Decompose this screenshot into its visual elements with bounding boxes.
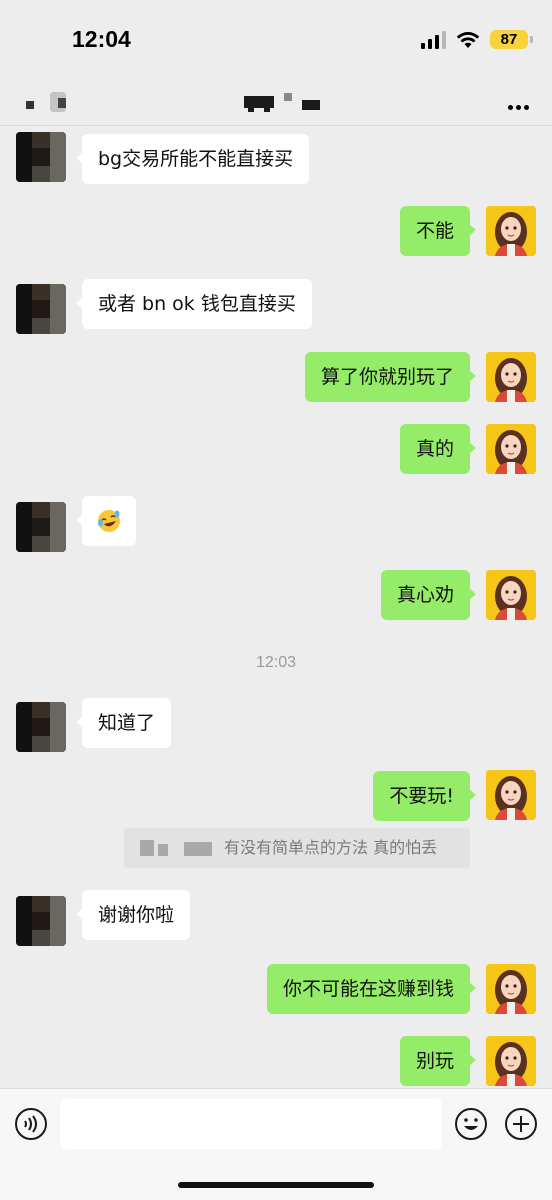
signal-icon xyxy=(421,30,446,49)
emoji-picker-icon[interactable] xyxy=(454,1107,488,1141)
message-text: bg交易所能不能直接买 xyxy=(98,148,294,170)
contact-avatar[interactable] xyxy=(16,702,66,752)
voice-input-icon[interactable] xyxy=(14,1107,48,1141)
my-avatar[interactable] xyxy=(486,424,536,474)
more-options-button[interactable] xyxy=(506,94,530,119)
my-avatar[interactable] xyxy=(486,1036,536,1086)
girl-avatar-icon xyxy=(486,770,536,820)
message-timestamp: 12:03 xyxy=(255,654,297,671)
message-text: 算了你就别玩了 xyxy=(320,366,454,388)
more-actions-icon[interactable] xyxy=(504,1107,538,1141)
chat-title-redacted xyxy=(244,90,324,114)
my-avatar[interactable] xyxy=(486,206,536,256)
status-bar: 12:04 87 xyxy=(0,0,552,80)
home-indicator[interactable] xyxy=(178,1182,374,1188)
contact-avatar[interactable] xyxy=(16,284,66,334)
message-text: 谢谢你啦 xyxy=(98,904,175,926)
chat-header xyxy=(0,80,552,126)
my-avatar[interactable] xyxy=(486,352,536,402)
message-bubble-incoming[interactable]: bg交易所能不能直接买 xyxy=(75,134,310,184)
quoted-message[interactable]: 有没有简单点的方法 真的怕丢 xyxy=(124,828,470,868)
battery-indicator: 87 xyxy=(490,30,533,49)
my-avatar[interactable] xyxy=(486,770,536,820)
message-bubble-outgoing[interactable]: 真的 xyxy=(399,424,477,474)
contact-avatar[interactable] xyxy=(16,896,66,946)
my-avatar[interactable] xyxy=(486,570,536,620)
redacted-sender xyxy=(140,840,154,856)
girl-avatar-icon xyxy=(486,424,536,474)
laughing-crying-emoji-icon xyxy=(98,510,120,532)
status-icons: 87 xyxy=(421,30,533,49)
message-bubble-incoming[interactable]: 知道了 xyxy=(75,698,172,748)
message-text: 别玩 xyxy=(415,1050,454,1072)
message-bubble-outgoing[interactable]: 不能 xyxy=(399,206,477,256)
my-avatar[interactable] xyxy=(486,964,536,1014)
contact-avatar[interactable] xyxy=(16,502,66,552)
message-bubble-incoming[interactable]: 谢谢你啦 xyxy=(75,890,191,940)
message-bubble-incoming[interactable] xyxy=(76,496,136,546)
girl-avatar-icon xyxy=(486,1036,536,1086)
girl-avatar-icon xyxy=(486,570,536,620)
wifi-icon xyxy=(456,31,480,48)
girl-avatar-icon xyxy=(486,964,536,1014)
message-text: 真心劝 xyxy=(396,584,454,606)
message-bubble-incoming[interactable]: 或者 bn ok 钱包直接买 xyxy=(76,279,312,329)
message-input[interactable] xyxy=(60,1099,442,1149)
message-text: 不能 xyxy=(415,220,454,242)
message-text: 你不可能在这赚到钱 xyxy=(282,978,454,1000)
message-text: 真的 xyxy=(415,438,454,460)
girl-avatar-icon xyxy=(486,206,536,256)
message-text: 不要玩! xyxy=(389,785,454,807)
message-bubble-outgoing[interactable]: 你不可能在这赚到钱 xyxy=(266,964,477,1014)
chat-area[interactable]: bg交易所能不能直接买 不能 或者 bn ok 钱包直接买 算了你就别玩了 真的… xyxy=(0,126,552,1088)
status-time: 12:04 xyxy=(72,26,131,52)
back-button[interactable] xyxy=(22,88,72,118)
redacted-sender xyxy=(158,844,168,856)
girl-avatar-icon xyxy=(486,352,536,402)
redacted-sender xyxy=(184,842,212,856)
quoted-text: 有没有简单点的方法 真的怕丢 xyxy=(224,838,438,857)
message-bubble-outgoing[interactable]: 不要玩! xyxy=(373,771,476,821)
contact-avatar[interactable] xyxy=(16,132,66,182)
message-bubble-outgoing[interactable]: 算了你就别玩了 xyxy=(304,352,477,402)
message-text: 或者 bn ok 钱包直接买 xyxy=(98,293,296,315)
message-bubble-outgoing[interactable]: 真心劝 xyxy=(380,570,477,620)
message-text: 知道了 xyxy=(98,712,156,734)
message-bubble-outgoing[interactable]: 别玩 xyxy=(399,1036,477,1086)
